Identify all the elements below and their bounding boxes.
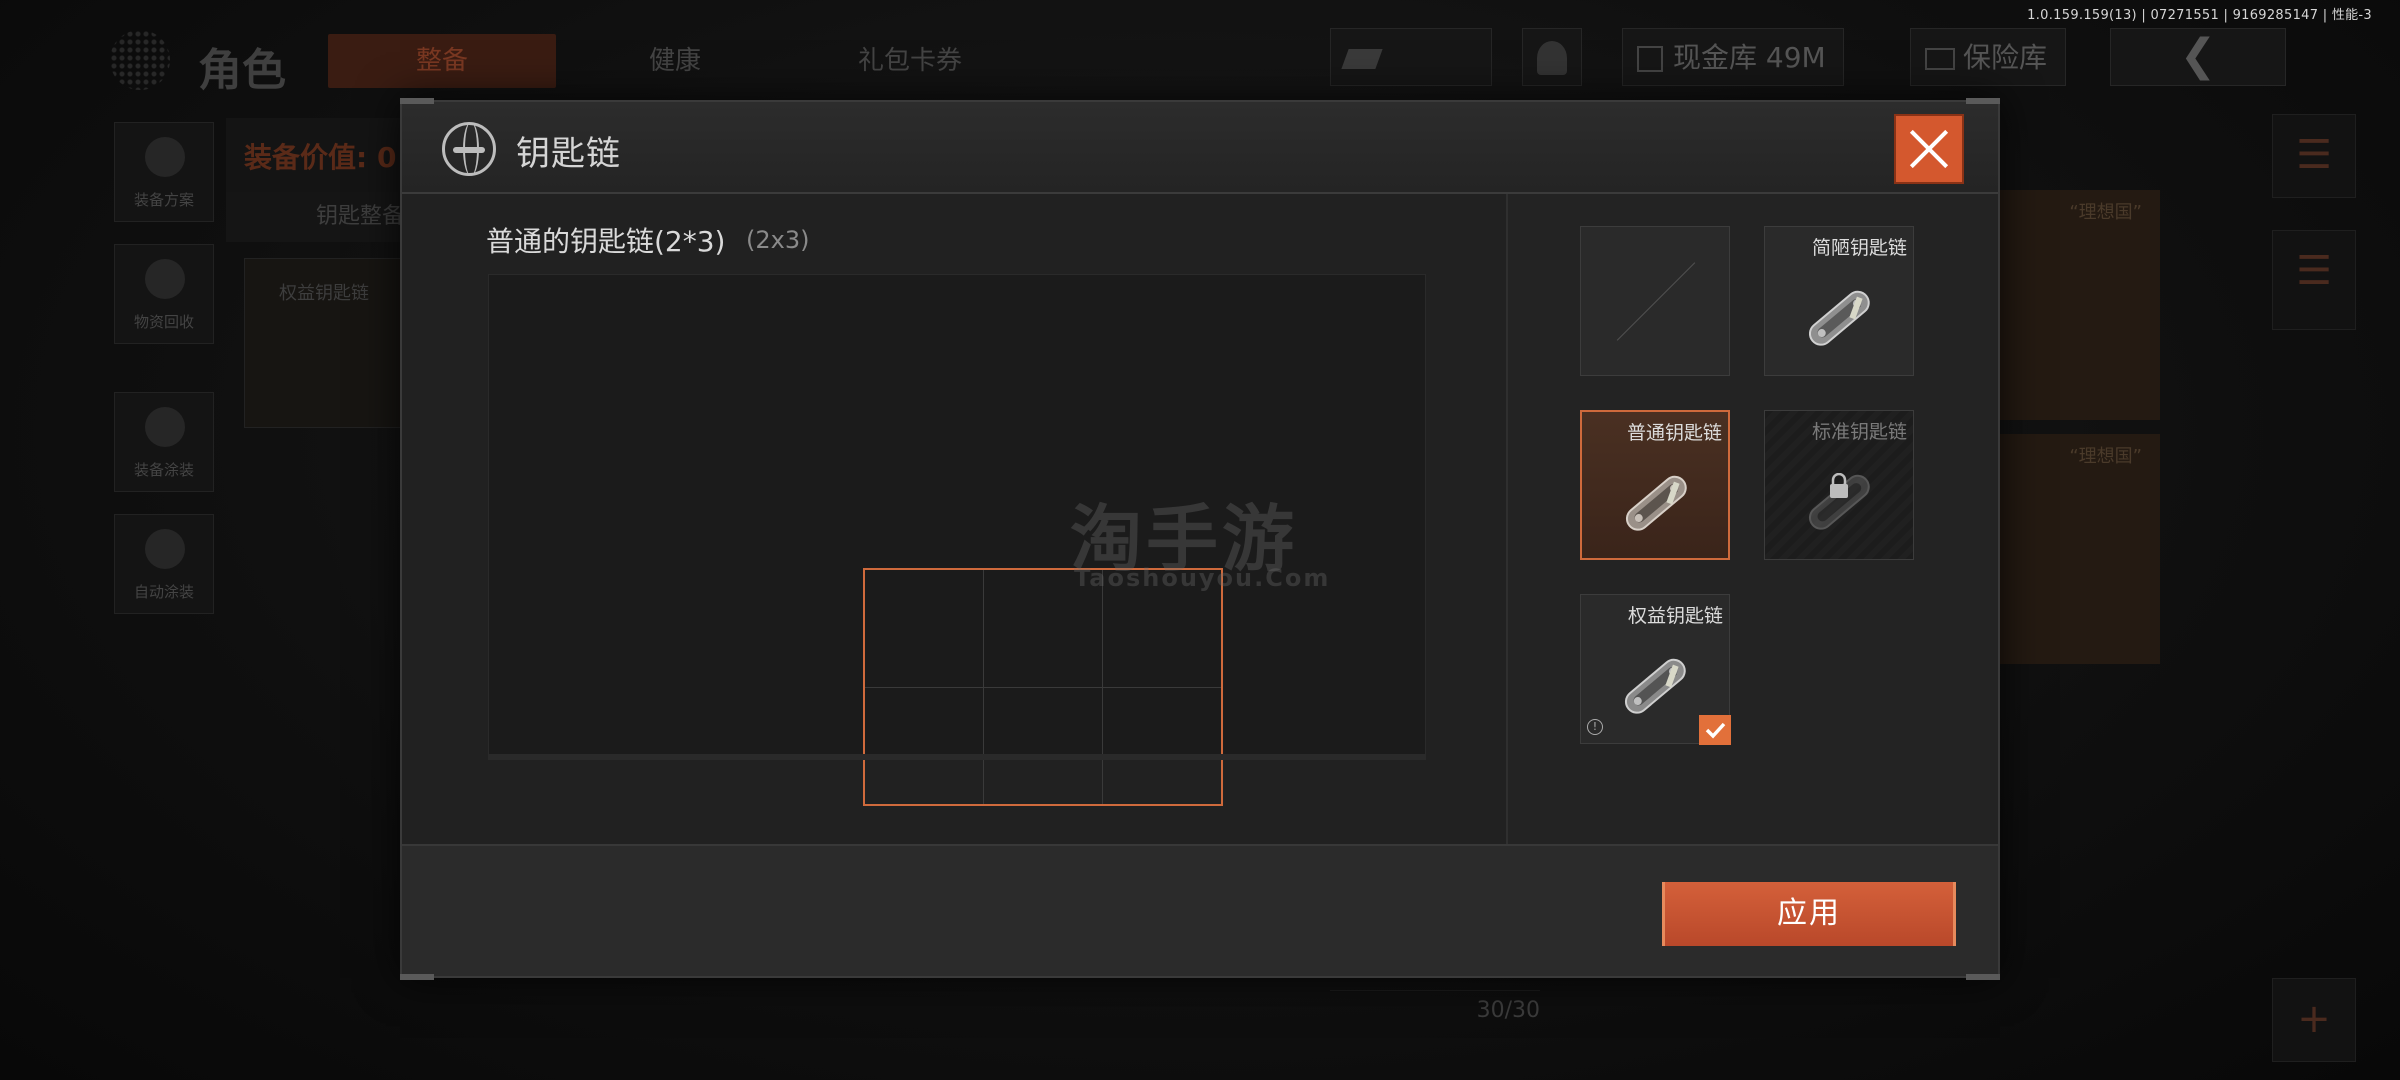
page-title: 角色: [198, 45, 286, 96]
close-button[interactable]: [1894, 114, 1964, 184]
cash-vault-label: 现金库 49M: [1673, 41, 1826, 74]
stack-refresh-button[interactable]: ☰: [2272, 114, 2356, 198]
keychain-icon: [1625, 475, 1687, 531]
skin-label: 标准钥匙链: [1811, 421, 1907, 443]
nav-loadout-plan[interactable]: 装备方案: [114, 122, 214, 222]
panel-divider: [1506, 194, 1508, 844]
skin-slot-standard[interactable]: 标准钥匙链: [1764, 410, 1914, 560]
equipped-keychain-label: 权益钥匙链: [279, 283, 369, 304]
chevron-left-icon: ❮: [2179, 30, 2217, 81]
nav-equip-skin[interactable]: 装备涂装: [114, 392, 214, 492]
frame-corner: [1966, 974, 2000, 980]
item-name: 普通的钥匙链(2*3): [486, 225, 726, 258]
inventory-card[interactable]: “理想国”: [2000, 190, 2160, 420]
nav-label: 装备涂装: [133, 461, 194, 479]
nav-label: 装备方案: [133, 191, 194, 209]
skin-slot-crude[interactable]: 简陋钥匙链: [1764, 226, 1914, 376]
inventory-card-label: “理想国”: [2069, 202, 2142, 223]
dialog-title: 钥匙链: [516, 134, 621, 174]
info-icon[interactable]: !: [1587, 719, 1603, 735]
item-grid-outline: [863, 568, 1223, 806]
vault-icon: [1637, 46, 1663, 72]
empty-slot-line: [1616, 262, 1696, 341]
agent-button[interactable]: [1522, 28, 1582, 86]
add-button[interactable]: +: [2272, 978, 2356, 1062]
keychain-icon: [1808, 290, 1870, 346]
inventory-card-label: “理想国”: [2069, 446, 2142, 467]
lock-icon: [1830, 473, 1848, 498]
keychain-dialog: 钥匙链 普通的钥匙链(2*3) (2x3) 淘手游 Taoshouyou.Com…: [400, 98, 2000, 980]
grid-line: [865, 687, 1221, 688]
recycle-icon: [145, 259, 185, 299]
right-inventory: “理想国” “理想国”: [2000, 190, 2160, 670]
tab-gift-coupons[interactable]: 礼包卡券: [820, 34, 1000, 88]
frame-corner: [400, 974, 434, 980]
plus-icon: +: [2297, 996, 2331, 1042]
cash-vault-button[interactable]: 现金库 49M: [1622, 28, 1844, 86]
tab-health[interactable]: 健康: [600, 34, 750, 88]
logo-icon: [110, 30, 170, 90]
frame-corner: [1966, 98, 2000, 104]
dialog-header: 钥匙链: [402, 102, 1998, 194]
stack-icon: ☰: [2296, 132, 2332, 178]
safe-vault-label: 保险库: [1963, 41, 2048, 74]
page-count: 30/30: [1330, 990, 1540, 1030]
currency-display: 53142: [1330, 28, 1492, 132]
nav-label: 物资回收: [133, 313, 194, 331]
safe-icon: [1925, 48, 1955, 70]
build-info: 1.0.159.159(13) | 07271551 | 9169285147 …: [2027, 8, 2372, 23]
skin-label: 普通钥匙链: [1626, 422, 1722, 444]
dialog-footer: 应用: [402, 844, 1998, 976]
inventory-card[interactable]: “理想国”: [2000, 434, 2160, 664]
helmet-icon: [145, 137, 185, 177]
skin-label: 简陋钥匙链: [1811, 237, 1907, 259]
left-nav: 装备方案 物资回收 装备涂装 自动涂装: [114, 122, 214, 636]
layers-icon: ☰: [2296, 248, 2332, 294]
frame-corner: [400, 98, 434, 104]
equip-value: 装备价值: 0: [244, 141, 397, 174]
equipped-keychain-card[interactable]: 权益钥匙链: [244, 258, 404, 428]
cash-icon: [1341, 49, 1383, 69]
layers-button[interactable]: ☰: [2272, 230, 2356, 330]
nav-label: 自动涂装: [133, 583, 194, 601]
skin-slot-normal[interactable]: 普通钥匙链: [1580, 410, 1730, 560]
tab-equip[interactable]: 整备: [328, 34, 556, 88]
safe-vault-button[interactable]: 保险库: [1910, 28, 2066, 86]
watermark-sub: Taoshouyou.Com: [1074, 564, 1331, 592]
skin-slot-premium[interactable]: 权益钥匙链 !: [1580, 594, 1731, 745]
soldier-icon: [145, 407, 185, 447]
back-button[interactable]: ❮: [2110, 28, 2286, 86]
skin-slot-empty[interactable]: [1580, 226, 1730, 376]
equip-sub-header: 钥匙整备: [226, 192, 406, 242]
checkmark-icon: [1699, 715, 1731, 745]
apply-button[interactable]: 应用: [1662, 882, 1956, 946]
brush-icon: [145, 529, 185, 569]
nav-auto-skin[interactable]: 自动涂装: [114, 514, 214, 614]
item-size: (2x3): [746, 226, 810, 254]
skin-label: 权益钥匙链: [1627, 605, 1723, 627]
preview-edge: [488, 754, 1426, 760]
agent-icon: [1537, 41, 1567, 75]
nav-recycle[interactable]: 物资回收: [114, 244, 214, 344]
keychain-icon: [1624, 658, 1686, 714]
globe-icon: [442, 122, 496, 176]
